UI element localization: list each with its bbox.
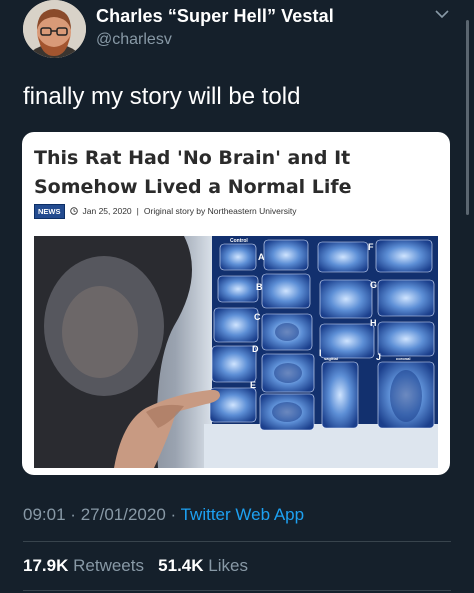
meta-separator: | bbox=[136, 206, 139, 216]
scan-label-sagittal: sagittal bbox=[324, 356, 338, 361]
scan-label-j: J bbox=[376, 352, 381, 362]
tweet-date[interactable]: 27/01/2020 bbox=[81, 505, 166, 524]
scrollbar[interactable] bbox=[466, 20, 469, 215]
likes-count: 51.4K bbox=[158, 556, 204, 575]
scan-label-a: A bbox=[258, 252, 265, 262]
avatar-illustration bbox=[23, 0, 86, 58]
scan-label-c: C bbox=[254, 312, 261, 322]
engagement-stats: 17.9K Retweets 51.4K Likes bbox=[23, 556, 248, 576]
tweet-image[interactable]: This Rat Had 'No Brain' and It Somehow L… bbox=[22, 132, 450, 475]
retweets-count: 17.9K bbox=[23, 556, 69, 575]
scan-label-b: B bbox=[256, 282, 263, 292]
source-app-link[interactable]: Twitter Web App bbox=[181, 505, 304, 524]
avatar[interactable] bbox=[23, 0, 86, 58]
scan-label-d: D bbox=[252, 344, 259, 354]
scan-label-f: F bbox=[368, 242, 374, 252]
brain-scan-photo: Control A B C D E F G H I J sagittal cor… bbox=[34, 236, 438, 468]
article-source: Original story by Northeastern Universit… bbox=[143, 206, 297, 216]
clock-icon bbox=[69, 207, 78, 215]
scan-label-i: I bbox=[319, 348, 322, 358]
scan-label-e: E bbox=[250, 380, 256, 390]
author-name[interactable]: Charles “Super Hell” Vestal bbox=[96, 6, 334, 27]
divider bbox=[23, 590, 451, 591]
divider bbox=[23, 541, 451, 542]
author-handle[interactable]: @charlesv bbox=[96, 31, 172, 49]
news-badge: NEWS bbox=[34, 203, 65, 219]
retweets-stat[interactable]: 17.9K Retweets bbox=[23, 556, 149, 575]
tweet-time[interactable]: 09:01 bbox=[23, 505, 66, 524]
tweet-timestamp: 09:01 · 27/01/2020 · Twitter Web App bbox=[23, 505, 304, 525]
chevron-down-icon[interactable] bbox=[434, 8, 450, 20]
scan-label-coronal: coronal bbox=[396, 356, 410, 361]
tweet-text: finally my story will be told bbox=[23, 83, 301, 110]
scan-label-g: G bbox=[370, 280, 377, 290]
likes-stat[interactable]: 51.4K Likes bbox=[158, 556, 248, 575]
article-date: Jan 25, 2020 bbox=[82, 206, 132, 216]
article-headline: This Rat Had 'No Brain' and It Somehow L… bbox=[34, 147, 352, 198]
retweets-label: Retweets bbox=[73, 556, 144, 575]
separator-dot: · bbox=[170, 505, 177, 524]
article-meta: NEWS Jan 25, 2020 | Original story by No… bbox=[34, 203, 297, 219]
tweet-detail-view: Charles “Super Hell” Vestal @charlesv fi… bbox=[0, 0, 474, 593]
separator-dot: · bbox=[70, 505, 76, 524]
scan-label-h: H bbox=[370, 318, 377, 328]
likes-label: Likes bbox=[208, 556, 248, 575]
scan-label-control: Control bbox=[230, 238, 248, 244]
